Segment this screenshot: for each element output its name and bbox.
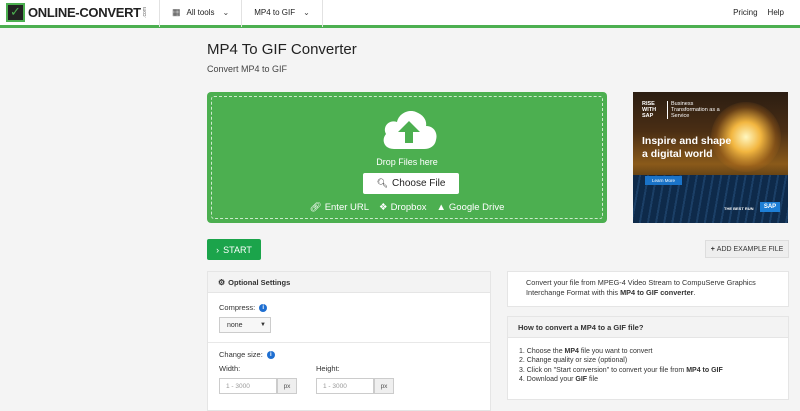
height-label: Height: <box>316 364 340 373</box>
optional-settings-panel: ⚙ Optional Settings Compress: i none ▼ Ch… <box>207 271 491 411</box>
logo-icon: ✓ <box>6 3 25 22</box>
choose-file-label: Choose File <box>392 178 446 189</box>
google-drive-link[interactable]: ▲ Google Drive <box>437 202 505 213</box>
sap-logo: SAP <box>760 202 780 212</box>
ad-best-run-text: THE BEST RUN <box>724 206 754 211</box>
pricing-link[interactable]: Pricing <box>733 8 757 17</box>
ad-tagline: Business Transformation as a Service <box>667 101 722 119</box>
width-input[interactable]: 1 - 3000 <box>219 378 277 394</box>
ad-learn-more-button[interactable]: Learn More <box>645 176 682 185</box>
change-size-label: Change size: i <box>219 350 275 359</box>
gear-icon: ⚙ <box>218 277 226 287</box>
info-icon[interactable]: i <box>266 350 275 359</box>
mp4-to-gif-menu[interactable]: MP4 to GIF ⌄ <box>242 0 323 27</box>
chevron-right-icon: › <box>216 244 220 255</box>
drop-files-text: Drop Files here <box>376 157 438 167</box>
chevron-down-icon: ⌄ <box>222 8 230 17</box>
optional-settings-title: Optional Settings <box>228 277 291 287</box>
all-tools-menu[interactable]: ▦ All tools ⌄ <box>160 0 243 27</box>
start-label: START <box>223 244 252 255</box>
dropbox-icon: ❖ <box>379 202 388 213</box>
compress-label: Compress: i <box>219 303 268 312</box>
info-icon[interactable]: i <box>259 303 268 312</box>
list-item: 3. Click on "Start conversion" to conver… <box>519 366 723 374</box>
choose-file-button[interactable]: 🔍︎ Choose File <box>363 173 459 194</box>
height-unit: px <box>374 378 394 394</box>
ad-headline: Inspire and shape a digital world <box>642 135 732 160</box>
plus-icon: + <box>710 245 715 253</box>
list-item: 1. Choose the MP4 file you want to conve… <box>519 348 653 355</box>
converter-description: Convert your file from MPEG-4 Video Stre… <box>507 271 789 307</box>
compress-select[interactable]: none ▼ <box>219 317 271 333</box>
search-icon: 🔍︎ <box>376 178 389 188</box>
list-item: 2. Change quality or size (optional) <box>519 357 628 365</box>
how-to-panel: How to convert a MP4 to a GIF file? 1. C… <box>507 316 789 400</box>
dropbox-link[interactable]: ❖ Dropbox <box>379 202 426 213</box>
top-bar: ✓ ONLINE-CONVERT .com ▦ All tools ⌄ MP4 … <box>0 0 800 28</box>
divider <box>208 342 490 343</box>
add-example-file-button[interactable]: + ADD EXAMPLE FILE <box>705 240 789 258</box>
how-to-title: How to convert a MP4 to a GIF file? <box>508 317 788 338</box>
logo-text: ONLINE-CONVERT <box>28 5 141 20</box>
optional-settings-header[interactable]: ⚙ Optional Settings <box>208 272 490 293</box>
upload-dropzone[interactable]: Drop Files here 🔍︎ Choose File 🔗︎ Enter U… <box>207 92 607 223</box>
list-item: 4. Download your GIF file <box>519 375 598 383</box>
chevron-down-icon: ⌄ <box>303 8 310 17</box>
mp4-to-gif-label: MP4 to GIF <box>254 8 296 17</box>
enter-url-link[interactable]: 🔗︎ Enter URL <box>310 202 369 213</box>
chevron-down-icon: ▼ <box>260 322 266 328</box>
cloud-upload-icon <box>383 111 437 149</box>
height-input[interactable]: 1 - 3000 <box>316 378 374 394</box>
page-title: MP4 To GIF Converter <box>207 41 357 58</box>
how-to-steps: 1. Choose the MP4 file you want to conve… <box>508 338 788 384</box>
add-example-label: ADD EXAMPLE FILE <box>716 245 784 253</box>
page-subtitle: Convert MP4 to GIF <box>207 64 288 74</box>
logo[interactable]: ✓ ONLINE-CONVERT .com <box>0 0 160 27</box>
start-button[interactable]: › START <box>207 239 261 260</box>
advertisement-banner[interactable]: RISE WITH SAP Business Transformation as… <box>633 92 788 223</box>
ad-rise-text: RISE WITH SAP <box>642 101 657 119</box>
width-unit: px <box>277 378 297 394</box>
help-link[interactable]: Help <box>768 8 784 17</box>
logo-domain: .com <box>141 7 148 18</box>
grid-icon: ▦ <box>172 7 181 17</box>
all-tools-label: All tools <box>186 8 215 17</box>
link-icon: 🔗︎ <box>309 202 322 213</box>
width-label: Width: <box>219 364 241 373</box>
google-drive-icon: ▲ <box>436 202 446 213</box>
